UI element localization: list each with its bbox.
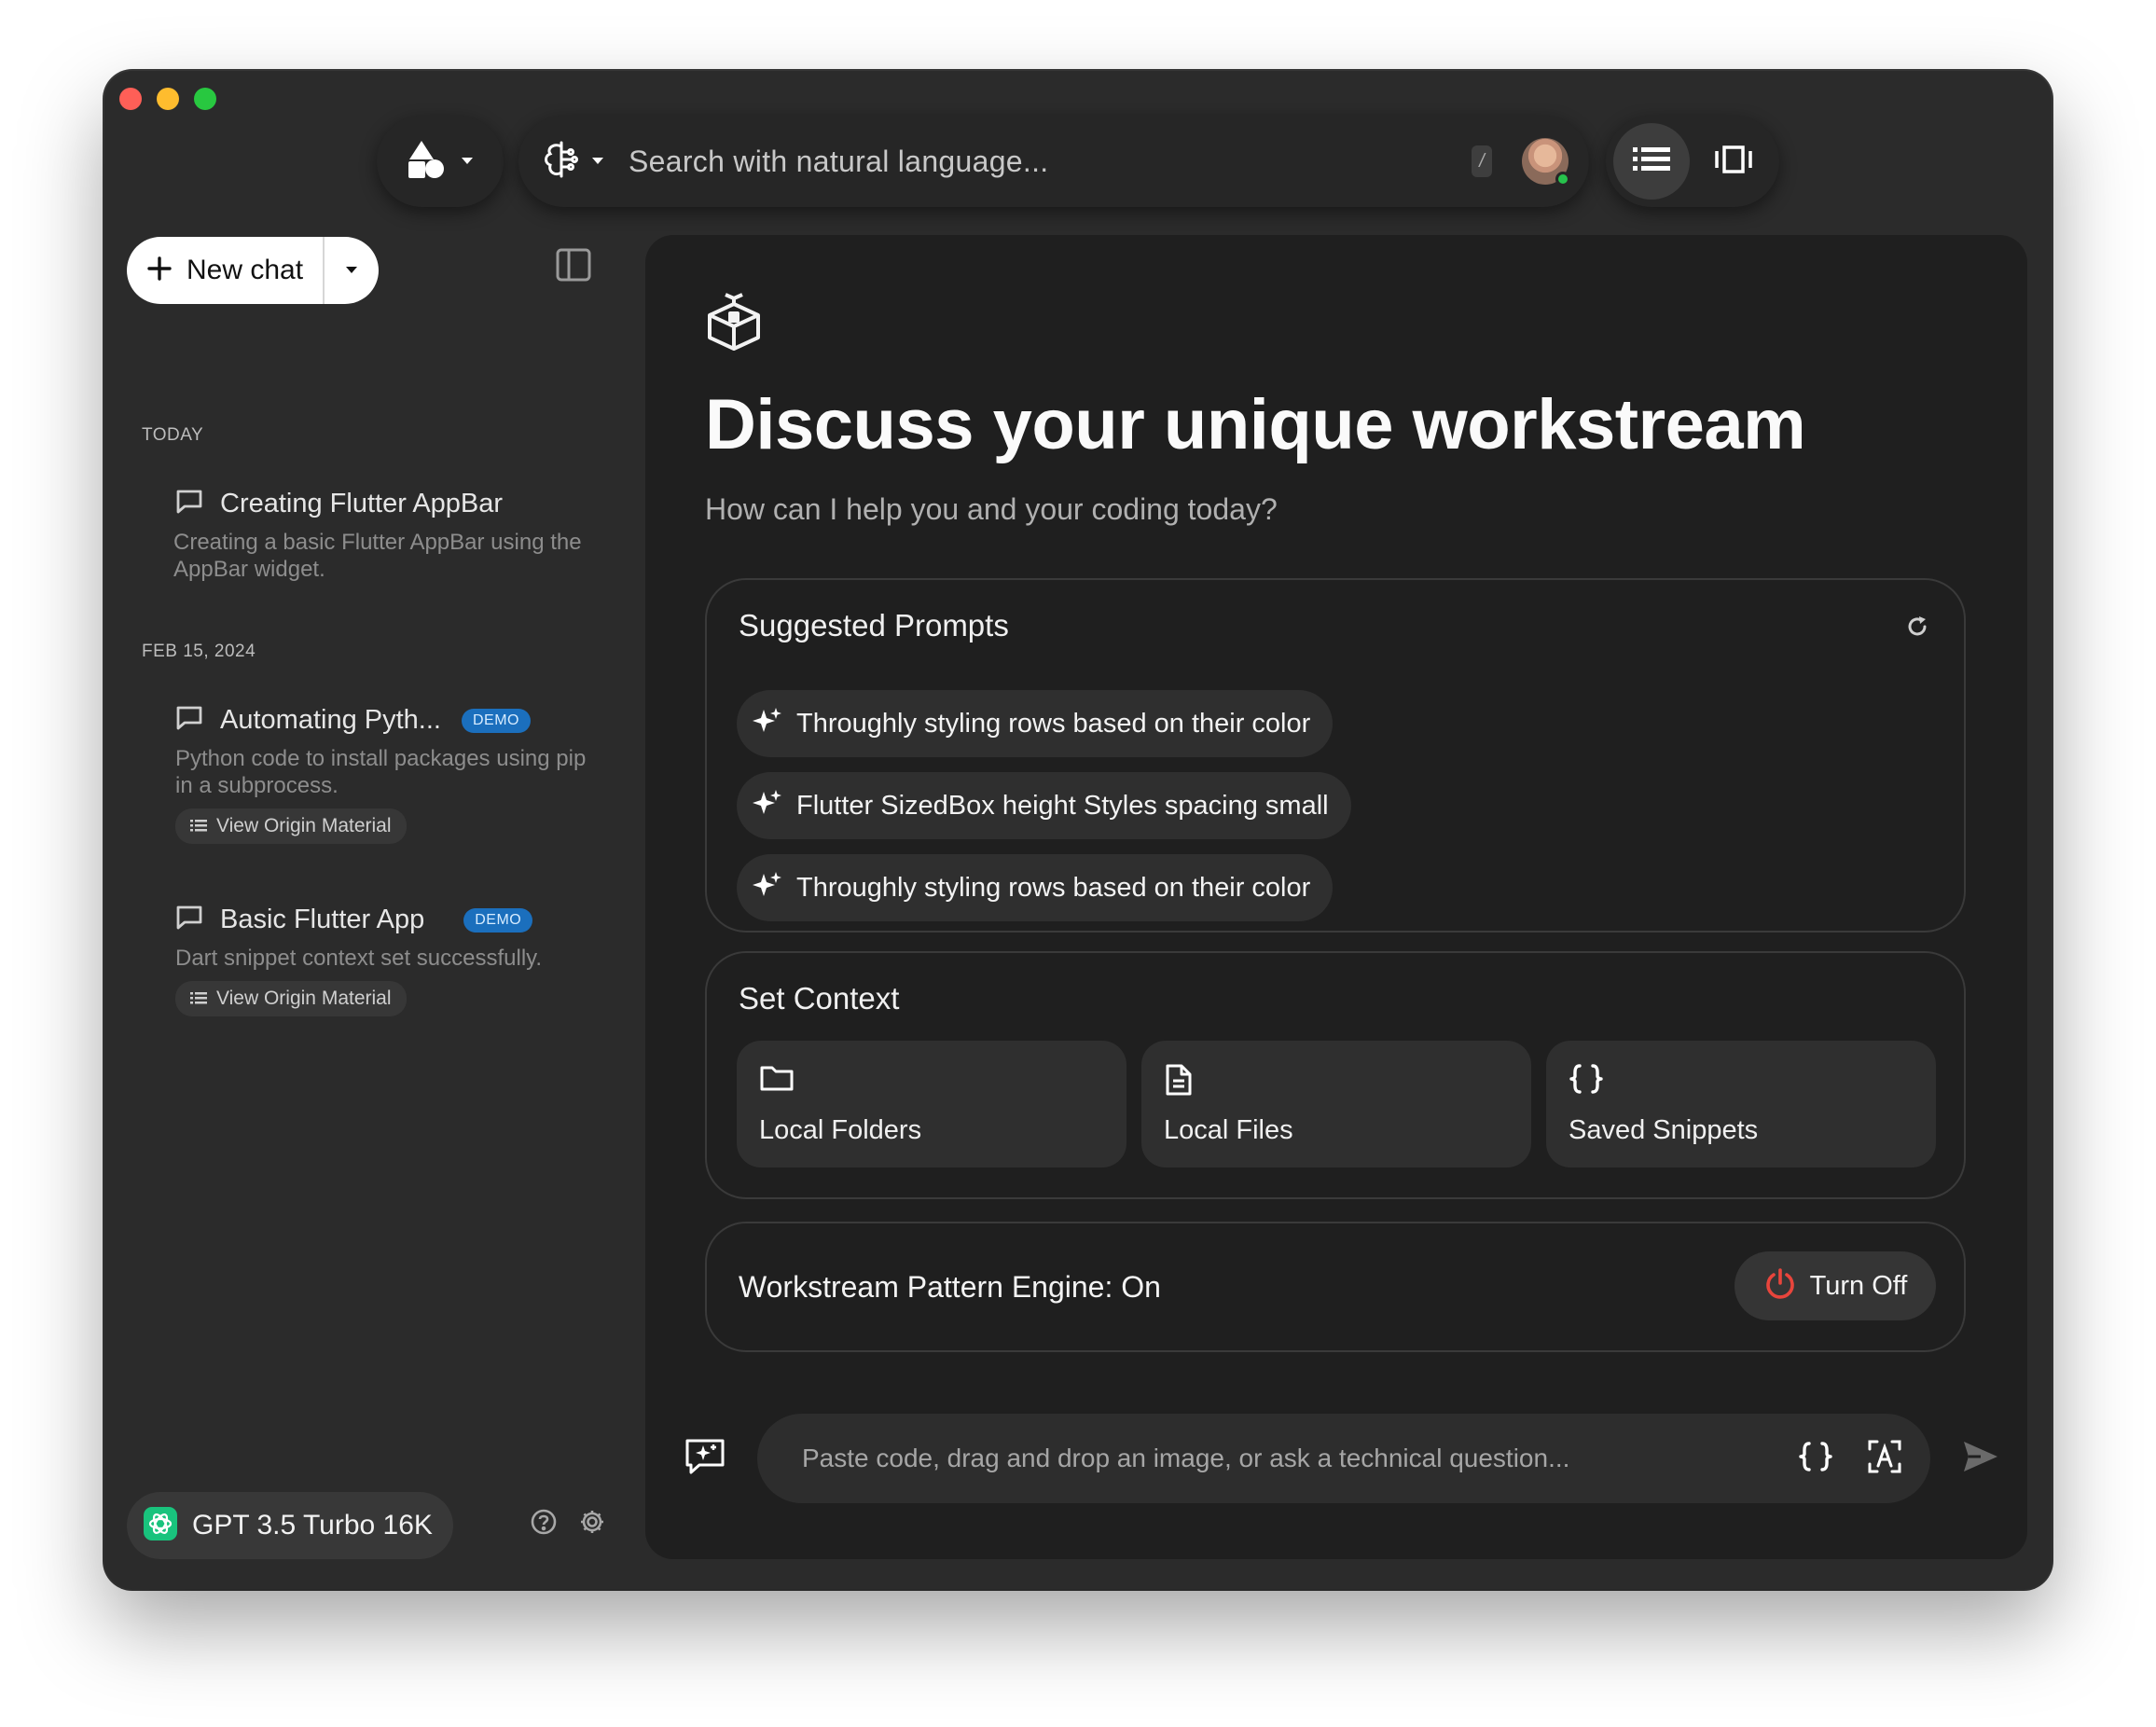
carousel-view-button[interactable]	[1695, 123, 1772, 200]
chat-group-label: TODAY	[142, 425, 204, 445]
workstream-engine-card: Workstream Pattern Engine: On Turn Off	[705, 1222, 1966, 1352]
saved-snippets-button[interactable]: Saved Snippets	[1546, 1041, 1936, 1167]
prompt-text: Throughly styling rows based on their co…	[796, 708, 1311, 739]
engine-status-label: Workstream Pattern Engine: On	[739, 1270, 1161, 1304]
model-label: GPT 3.5 Turbo 16K	[192, 1510, 433, 1540]
composer-tools	[1798, 1439, 1902, 1479]
search-input[interactable]: Search with natural language...	[629, 145, 1472, 179]
suggested-prompt-chip[interactable]: Flutter SizedBox height Styles spacing s…	[737, 772, 1351, 839]
suggested-prompts-card: Suggested Prompts Throughly styling rows…	[705, 578, 1966, 933]
list-icon	[190, 815, 207, 837]
page-subtitle: How can I help you and your coding today…	[705, 492, 1278, 526]
user-avatar[interactable]	[1522, 138, 1570, 187]
chat-group-label: FEB 15, 2024	[142, 642, 256, 661]
chat-bubble-icon	[175, 905, 203, 935]
sparkle-icon	[752, 788, 783, 824]
gear-icon[interactable]	[578, 1508, 606, 1540]
chat-history-item[interactable]: Automating Pyth... DEMO Python code to i…	[175, 705, 604, 844]
turn-off-label: Turn Off	[1809, 1270, 1908, 1301]
demo-badge: DEMO	[463, 907, 533, 933]
view-origin-material-button[interactable]: View Origin Material	[175, 981, 407, 1016]
new-prompt-icon[interactable]	[684, 1438, 726, 1480]
box-icon	[705, 291, 763, 357]
chat-title: Automating Pyth...	[220, 705, 441, 735]
app-logo-menu[interactable]	[377, 116, 504, 207]
window-controls	[119, 88, 216, 110]
chat-history-item[interactable]: Creating Flutter AppBar Creating a basic…	[173, 489, 604, 583]
view-origin-material-button[interactable]: View Origin Material	[175, 808, 407, 844]
chat-main-panel: Discuss your unique workstream How can I…	[645, 235, 2027, 1559]
set-context-title: Set Context	[739, 981, 900, 1015]
suggested-prompt-chip[interactable]: Throughly styling rows based on their co…	[737, 854, 1334, 921]
new-chat-label: New chat	[187, 255, 304, 285]
send-icon[interactable]	[1962, 1440, 1999, 1478]
chat-title: Basic Flutter App	[220, 905, 425, 934]
brain-icon[interactable]	[541, 139, 582, 185]
new-chat-button-group: New chat	[127, 237, 379, 304]
chat-description: Creating a basic Flutter AppBar using th…	[173, 530, 582, 582]
chat-history-item[interactable]: Basic Flutter App DEMO Dart snippet cont…	[175, 905, 604, 1016]
prompt-text: Throughly styling rows based on their co…	[796, 872, 1311, 903]
origin-label: View Origin Material	[216, 988, 392, 1009]
code-braces-icon[interactable]	[1798, 1441, 1833, 1477]
suggested-prompt-chip[interactable]: Throughly styling rows based on their co…	[737, 690, 1334, 757]
app-window: Search with natural language... / New ch…	[104, 71, 2052, 1589]
turn-off-button[interactable]: Turn Off	[1734, 1251, 1936, 1320]
shapes-icon	[407, 139, 448, 185]
sidebar-toggle-button[interactable]	[556, 248, 591, 286]
context-tile-label: Local Folders	[759, 1115, 922, 1145]
context-tile-label: Local Files	[1164, 1115, 1293, 1145]
online-status-indicator	[1555, 172, 1570, 187]
zoom-window-button[interactable]	[194, 88, 216, 110]
list-view-button[interactable]	[1613, 123, 1690, 200]
chat-description: Python code to install packages using pi…	[175, 746, 587, 798]
shortcut-key-hint: /	[1472, 145, 1492, 177]
minimize-window-button[interactable]	[157, 88, 179, 110]
context-tile-label: Saved Snippets	[1569, 1115, 1759, 1145]
new-chat-options-dropdown[interactable]	[325, 237, 379, 304]
text-scan-icon[interactable]	[1867, 1439, 1902, 1479]
plus-icon	[147, 256, 172, 285]
set-context-card: Set Context Local Folders Local Files Sa…	[705, 951, 1966, 1199]
sidebar-panel-icon	[556, 248, 591, 285]
power-icon	[1763, 1267, 1797, 1306]
chat-title: Creating Flutter AppBar	[220, 489, 504, 518]
chevron-down-icon	[461, 153, 474, 170]
help-icon[interactable]	[530, 1508, 558, 1540]
origin-label: View Origin Material	[216, 815, 392, 836]
local-files-button[interactable]: Local Files	[1141, 1041, 1531, 1167]
close-window-button[interactable]	[119, 88, 142, 110]
folder-icon	[759, 1063, 795, 1098]
chat-description: Dart snippet context set successfully.	[175, 946, 543, 971]
chat-bubble-icon	[175, 489, 203, 519]
code-braces-icon	[1569, 1063, 1604, 1099]
prompt-text: Flutter SizedBox height Styles spacing s…	[796, 790, 1329, 821]
openai-icon	[144, 1506, 177, 1545]
new-chat-button[interactable]: New chat	[127, 237, 323, 304]
file-icon	[1164, 1063, 1194, 1101]
view-switcher	[1606, 116, 1779, 207]
sidebar: New chat TODAY Creating Flutter AppBar C…	[104, 229, 636, 1589]
suggested-prompts-title: Suggested Prompts	[739, 608, 1009, 642]
demo-badge: DEMO	[461, 708, 531, 733]
refresh-icon[interactable]	[1904, 614, 1930, 644]
list-icon	[190, 988, 207, 1010]
sidebar-footer-actions	[530, 1508, 606, 1540]
chat-input-placeholder: Paste code, drag and drop an image, or a…	[802, 1444, 1570, 1472]
search-bar[interactable]: Search with natural language... /	[518, 116, 1589, 207]
chat-bubble-icon	[175, 705, 203, 736]
list-icon	[1633, 145, 1670, 178]
sparkle-icon	[752, 870, 783, 906]
chevron-down-icon	[345, 262, 358, 279]
carousel-icon	[1713, 145, 1754, 178]
local-folders-button[interactable]: Local Folders	[737, 1041, 1126, 1167]
page-title: Discuss your unique workstream	[705, 385, 1806, 464]
chat-input[interactable]: Paste code, drag and drop an image, or a…	[757, 1414, 1930, 1503]
model-selector[interactable]: GPT 3.5 Turbo 16K	[127, 1492, 453, 1559]
chevron-down-icon[interactable]	[591, 153, 604, 170]
sparkle-icon	[752, 706, 783, 742]
